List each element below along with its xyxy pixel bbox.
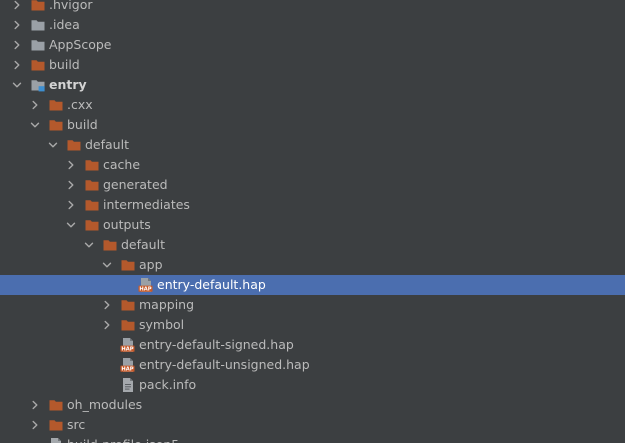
tree-item-entry-default-unsigned-hap-18[interactable]: HAP entry-default-unsigned.hap bbox=[0, 355, 625, 375]
tree-item-label: symbol bbox=[139, 317, 185, 332]
tree-item-cxx-5[interactable]: .cxx bbox=[0, 95, 625, 115]
chevron-right-icon[interactable] bbox=[65, 199, 77, 211]
chevron-down-icon[interactable] bbox=[83, 239, 95, 251]
folder-icon bbox=[84, 197, 100, 213]
folder-icon bbox=[30, 17, 46, 33]
folder-icon bbox=[48, 117, 64, 133]
tree-item-generated-9[interactable]: generated bbox=[0, 175, 625, 195]
folder-icon bbox=[120, 257, 136, 273]
tree-item-idea-1[interactable]: .idea bbox=[0, 15, 625, 35]
tree-item-symbol-16[interactable]: symbol bbox=[0, 315, 625, 335]
tree-item-label: oh_modules bbox=[67, 397, 143, 412]
chevron-right-icon[interactable] bbox=[11, 19, 23, 31]
folder-icon bbox=[84, 217, 100, 233]
tree-item-default-7[interactable]: default bbox=[0, 135, 625, 155]
tree-item-src-21[interactable]: src bbox=[0, 415, 625, 435]
tree-item-label: outputs bbox=[103, 217, 151, 232]
tree-item-label: .cxx bbox=[67, 97, 93, 112]
chevron-right-icon[interactable] bbox=[101, 299, 113, 311]
folder-icon bbox=[30, 0, 46, 13]
chevron-right-icon[interactable] bbox=[101, 319, 113, 331]
chevron-right-icon[interactable] bbox=[11, 59, 23, 71]
chevron-down-icon[interactable] bbox=[65, 219, 77, 231]
tree-item-label: generated bbox=[103, 177, 168, 192]
chevron-right-icon[interactable] bbox=[11, 39, 23, 51]
chevron-down-icon[interactable] bbox=[11, 79, 23, 91]
tree-item-label: build bbox=[67, 117, 98, 132]
tree-item-label: entry-default-signed.hap bbox=[139, 337, 294, 352]
tree-item-oh-modules-20[interactable]: oh_modules bbox=[0, 395, 625, 415]
tree-item-intermediates-10[interactable]: intermediates bbox=[0, 195, 625, 215]
module-folder-icon bbox=[30, 77, 46, 93]
tree-item-label: intermediates bbox=[103, 197, 190, 212]
folder-icon bbox=[120, 297, 136, 313]
folder-icon bbox=[84, 157, 100, 173]
tree-item-label: build bbox=[49, 57, 80, 72]
tree-item-label: src bbox=[67, 417, 86, 432]
svg-text:HAP: HAP bbox=[121, 367, 133, 373]
svg-text:HAP: HAP bbox=[139, 287, 151, 293]
tree-item-app-13[interactable]: app bbox=[0, 255, 625, 275]
tree-item-label: default bbox=[121, 237, 165, 252]
folder-icon bbox=[30, 37, 46, 53]
tree-item-label: entry-default-unsigned.hap bbox=[139, 357, 310, 372]
folder-icon bbox=[66, 137, 82, 153]
folder-icon bbox=[30, 57, 46, 73]
tree-item-entry-default-signed-hap-17[interactable]: HAP entry-default-signed.hap bbox=[0, 335, 625, 355]
tree-item-label: default bbox=[85, 137, 129, 152]
tree-item-label: AppScope bbox=[49, 37, 112, 52]
tree-item-build-profile-json5-22[interactable]: build-profile.json5 bbox=[0, 435, 625, 443]
tree-item-appscope-2[interactable]: AppScope bbox=[0, 35, 625, 55]
tree-item-build-6[interactable]: build bbox=[0, 115, 625, 135]
tree-item-pack-info-19[interactable]: pack.info bbox=[0, 375, 625, 395]
folder-icon bbox=[84, 177, 100, 193]
tree-item-label: app bbox=[139, 257, 163, 272]
tree-item-label: mapping bbox=[139, 297, 195, 312]
tree-item-default-12[interactable]: default bbox=[0, 235, 625, 255]
tree-item-label: entry bbox=[49, 77, 87, 92]
tree-item-build-3[interactable]: build bbox=[0, 55, 625, 75]
chevron-down-icon[interactable] bbox=[47, 139, 59, 151]
hap-file-icon: HAP bbox=[120, 357, 136, 373]
chevron-right-icon[interactable] bbox=[29, 419, 41, 431]
tree-item-label: .idea bbox=[49, 17, 80, 32]
chevron-right-icon[interactable] bbox=[29, 399, 41, 411]
chevron-right-icon[interactable] bbox=[65, 179, 77, 191]
folder-icon bbox=[48, 397, 64, 413]
project-tree: .hvigor .idea AppScope build entry .cxx build d… bbox=[0, 0, 625, 443]
chevron-right-icon[interactable] bbox=[29, 99, 41, 111]
tree-item-label: cache bbox=[103, 157, 141, 172]
tree-item-hvigor-0[interactable]: .hvigor bbox=[0, 0, 625, 15]
text-file-icon bbox=[48, 437, 64, 443]
tree-item-outputs-11[interactable]: outputs bbox=[0, 215, 625, 235]
hap-file-icon: HAP bbox=[120, 337, 136, 353]
svg-text:HAP: HAP bbox=[121, 347, 133, 353]
text-file-icon bbox=[120, 377, 136, 393]
chevron-down-icon[interactable] bbox=[101, 259, 113, 271]
tree-item-cache-8[interactable]: cache bbox=[0, 155, 625, 175]
tree-item-label: pack.info bbox=[139, 377, 197, 392]
chevron-right-icon[interactable] bbox=[11, 0, 23, 11]
folder-icon bbox=[120, 317, 136, 333]
tree-item-label: build-profile.json5 bbox=[67, 435, 179, 443]
chevron-right-icon[interactable] bbox=[65, 159, 77, 171]
tree-item-label: .hvigor bbox=[49, 0, 93, 12]
tree-item-entry-default-hap-14[interactable]: HAP entry-default.hap bbox=[0, 275, 625, 295]
folder-icon bbox=[48, 417, 64, 433]
tree-item-entry-4[interactable]: entry bbox=[0, 75, 625, 95]
hap-file-icon: HAP bbox=[138, 277, 154, 293]
tree-item-label: entry-default.hap bbox=[157, 277, 266, 292]
folder-icon bbox=[102, 237, 118, 253]
chevron-down-icon[interactable] bbox=[29, 119, 41, 131]
folder-icon bbox=[48, 97, 64, 113]
tree-item-mapping-15[interactable]: mapping bbox=[0, 295, 625, 315]
